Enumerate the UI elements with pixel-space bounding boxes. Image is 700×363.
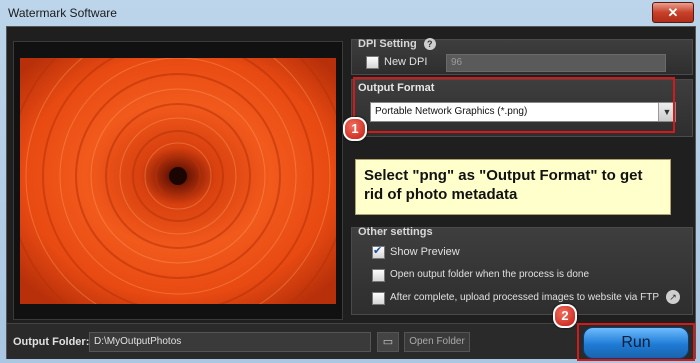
title-bar: Watermark Software ✕ [0,0,700,26]
app-window: Watermark Software ✕ DPI Setting ? New D… [0,0,700,363]
output-format-highlight [353,77,675,133]
ftp-settings-icon[interactable]: ↗ [666,290,680,304]
preview-pane [13,41,343,320]
output-folder-path[interactable]: D:\MyOutputPhotos [89,332,371,352]
ftp-upload-label: After complete, upload processed images … [390,292,660,303]
open-folder-button[interactable]: Open Folder [404,332,470,352]
open-folder-label: Open output folder when the process is d… [390,269,590,280]
dpi-panel: DPI Setting ? New DPI 96 [351,38,693,75]
window-title: Watermark Software [8,6,117,20]
callout-highlight [353,133,671,189]
dpi-header: DPI Setting ? [358,38,436,51]
other-settings-header: Other settings [358,226,433,238]
open-folder-checkbox[interactable] [372,269,385,282]
other-settings-panel: Other settings Show Preview Open output … [351,226,693,315]
show-preview-checkbox[interactable] [372,244,385,259]
step-1-badge: 1 [343,117,367,141]
run-button[interactable]: Run [583,327,689,359]
folder-browse-icon[interactable]: ▭ [377,332,399,352]
new-dpi-checkbox[interactable] [366,56,379,69]
help-icon[interactable]: ? [423,38,436,51]
close-icon: ✕ [667,5,679,20]
output-folder-label: Output Folder: [13,336,90,348]
show-preview-label: Show Preview [390,246,460,258]
client-area: DPI Setting ? New DPI 96 Output Format P… [6,26,696,361]
preview-image [20,58,336,304]
dpi-value-field[interactable]: 96 [446,54,666,72]
step-2-badge: 2 [553,304,577,328]
ftp-upload-checkbox[interactable] [372,292,385,305]
close-button[interactable]: ✕ [652,2,694,23]
bottom-bar: Output Folder: D:\MyOutputPhotos ▭ Open … [7,304,695,361]
new-dpi-label: New DPI [384,56,428,68]
